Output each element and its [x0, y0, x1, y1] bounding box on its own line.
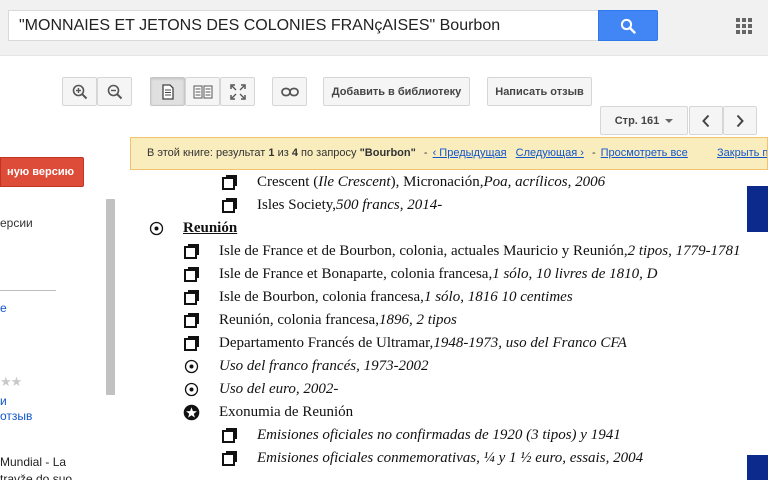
- circle-dot-bullet-icon: [183, 358, 200, 375]
- reviews-link[interactable]: отзыв: [0, 409, 32, 423]
- write-review-button[interactable]: Написать отзыв: [487, 77, 592, 106]
- checkbox-bullet-icon: [221, 450, 238, 467]
- book-line: Exonumia de Reunión: [183, 404, 353, 421]
- book-line: Departamento Francés de Ultramar, 1948-1…: [183, 335, 627, 352]
- book-line: Reunión, colonia francesa, 1896, 2 tipos: [183, 312, 457, 329]
- checkbox-bullet-icon: [183, 289, 200, 306]
- page-edge-block-2: [747, 455, 768, 480]
- chevron-down-icon: [665, 118, 674, 123]
- checkbox-bullet-icon: [221, 174, 238, 191]
- checkbox-bullet-icon: [183, 335, 200, 352]
- next-page-button[interactable]: [723, 106, 757, 135]
- result-current: 1: [268, 147, 275, 159]
- search-icon: [620, 18, 636, 34]
- next-result-link[interactable]: Следующая ›: [516, 147, 584, 159]
- circle-dot-bullet-icon: [148, 220, 165, 237]
- circle-dot-bullet-icon: [183, 381, 200, 398]
- two-page-icon: [193, 85, 212, 98]
- sidebar-divider: [0, 290, 56, 291]
- chevron-left-icon: [702, 114, 710, 127]
- chevron-right-icon: [736, 114, 744, 127]
- page-label: Стр. 161: [614, 114, 660, 127]
- fullscreen-button[interactable]: [220, 77, 255, 106]
- banner-by-query: по запросу: [301, 147, 357, 159]
- checkbox-bullet-icon: [183, 243, 200, 260]
- banner-prefix: В этой книге: результат: [147, 147, 266, 159]
- zoom-out-button[interactable]: [97, 77, 132, 106]
- search-result-banner: В этой книге: результат 1 из 4 по запрос…: [130, 137, 768, 170]
- two-page-view-button[interactable]: [185, 77, 220, 106]
- page-select[interactable]: Стр. 161: [600, 106, 688, 135]
- single-page-icon: [161, 83, 174, 100]
- checkbox-bullet-icon: [183, 266, 200, 283]
- checkbox-bullet-icon: [221, 197, 238, 214]
- add-to-library-button[interactable]: Добавить в библиотеку: [323, 77, 470, 106]
- single-page-view-button[interactable]: [150, 77, 185, 106]
- view-all-results-link[interactable]: Просмотреть все: [601, 147, 688, 159]
- checkbox-bullet-icon: [183, 312, 200, 329]
- rating-stars: ★★: [0, 374, 22, 389]
- fullscreen-icon: [229, 83, 246, 100]
- book-section-heading: Reunión: [148, 220, 237, 237]
- book-line: Uso del franco francés, 1973-2002: [183, 358, 429, 375]
- book-page: Crescent (Ile Crescent), Micronación, Po…: [120, 170, 768, 480]
- related-book-title-2[interactable]: travže do suo: [0, 472, 72, 480]
- other-versions-text: ерсии: [0, 216, 33, 230]
- book-line: Emisiones oficiales conmemorativas, ¼ y …: [221, 450, 643, 467]
- zoom-in-icon: [72, 84, 87, 99]
- close-results-link[interactable]: Закрыть п: [717, 138, 767, 169]
- search-button[interactable]: [598, 10, 658, 41]
- zoom-in-button[interactable]: [62, 77, 97, 106]
- book-line: Isle de Bourbon, colonia francesa, 1 sól…: [183, 289, 573, 306]
- book-line: Emisiones oficiales no confirmadas de 19…: [221, 427, 621, 444]
- book-line: Uso del euro, 2002-: [183, 381, 338, 398]
- star-bullet-icon: [183, 404, 200, 421]
- search-bar: "MONNAIES ET JETONS DES COLONIES FRANçAI…: [0, 0, 768, 56]
- left-sidebar: ную версию ерсии е ★★ и отзыв Mundial - …: [0, 135, 118, 480]
- link-button[interactable]: [272, 77, 307, 106]
- sidebar-link-2[interactable]: и: [0, 394, 7, 408]
- book-line: Isle de France et Bonaparte, colonia fra…: [183, 266, 657, 283]
- buy-ebook-button[interactable]: ную версию: [0, 157, 84, 187]
- search-input[interactable]: "MONNAIES ET JETONS DES COLONIES FRANçAI…: [8, 10, 599, 41]
- link-icon: [280, 87, 299, 96]
- apps-grid-icon: [736, 18, 752, 34]
- sidebar-scrollbar[interactable]: [106, 199, 115, 395]
- checkbox-bullet-icon: [221, 427, 238, 444]
- sidebar-link[interactable]: е: [0, 301, 7, 315]
- book-line: Isle de France et de Bourbon, colonia, a…: [183, 243, 741, 260]
- book-line: Crescent (Ile Crescent), Micronación, Po…: [221, 174, 605, 191]
- banner-of: из: [277, 147, 289, 159]
- result-total: 4: [291, 147, 298, 159]
- previous-page-button[interactable]: [689, 106, 723, 135]
- book-line: Isles Society, 500 francs, 2014-: [221, 197, 442, 214]
- banner-query: "Bourbon": [359, 147, 416, 159]
- zoom-out-icon: [107, 84, 122, 99]
- apps-button[interactable]: [734, 16, 754, 36]
- page-edge-block: [747, 186, 768, 232]
- viewer-toolbar: Добавить в библиотеку Написать отзыв Стр…: [0, 57, 768, 135]
- related-book-title[interactable]: Mundial - La: [0, 455, 66, 469]
- previous-result-link[interactable]: ‹ Предыдущая: [433, 147, 507, 159]
